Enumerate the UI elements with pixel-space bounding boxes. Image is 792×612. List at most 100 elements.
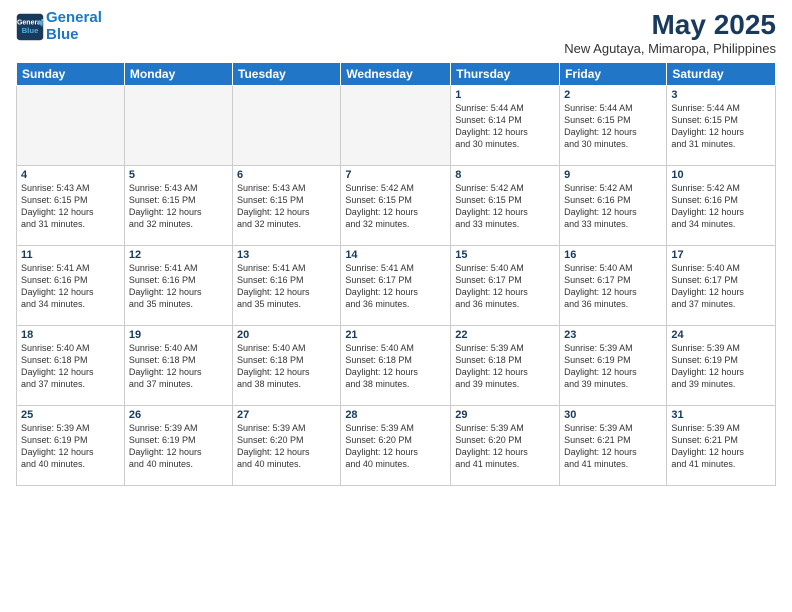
calendar-cell: 15Sunrise: 5:40 AM Sunset: 6:17 PM Dayli…	[451, 245, 560, 325]
day-info: Sunrise: 5:39 AM Sunset: 6:19 PM Dayligh…	[671, 342, 771, 391]
calendar-cell: 12Sunrise: 5:41 AM Sunset: 6:16 PM Dayli…	[124, 245, 232, 325]
calendar-cell: 7Sunrise: 5:42 AM Sunset: 6:15 PM Daylig…	[341, 165, 451, 245]
calendar-cell: 5Sunrise: 5:43 AM Sunset: 6:15 PM Daylig…	[124, 165, 232, 245]
calendar-cell: 3Sunrise: 5:44 AM Sunset: 6:15 PM Daylig…	[667, 85, 776, 165]
calendar-cell: 22Sunrise: 5:39 AM Sunset: 6:18 PM Dayli…	[451, 325, 560, 405]
calendar-cell: 27Sunrise: 5:39 AM Sunset: 6:20 PM Dayli…	[233, 405, 341, 485]
calendar-week-row: 25Sunrise: 5:39 AM Sunset: 6:19 PM Dayli…	[17, 405, 776, 485]
calendar-header-row: SundayMondayTuesdayWednesdayThursdayFrid…	[17, 62, 776, 85]
calendar-cell: 19Sunrise: 5:40 AM Sunset: 6:18 PM Dayli…	[124, 325, 232, 405]
day-number: 9	[564, 169, 662, 181]
calendar-weekday-tuesday: Tuesday	[233, 62, 341, 85]
calendar-cell	[124, 85, 232, 165]
calendar-week-row: 1Sunrise: 5:44 AM Sunset: 6:14 PM Daylig…	[17, 85, 776, 165]
day-number: 19	[129, 329, 228, 341]
day-number: 14	[345, 249, 446, 261]
day-number: 8	[455, 169, 555, 181]
day-info: Sunrise: 5:44 AM Sunset: 6:14 PM Dayligh…	[455, 102, 555, 151]
calendar-cell: 24Sunrise: 5:39 AM Sunset: 6:19 PM Dayli…	[667, 325, 776, 405]
svg-text:Blue: Blue	[22, 26, 40, 35]
calendar-cell: 1Sunrise: 5:44 AM Sunset: 6:14 PM Daylig…	[451, 85, 560, 165]
day-info: Sunrise: 5:39 AM Sunset: 6:19 PM Dayligh…	[564, 342, 662, 391]
day-info: Sunrise: 5:39 AM Sunset: 6:21 PM Dayligh…	[564, 422, 662, 471]
day-number: 17	[671, 249, 771, 261]
day-number: 24	[671, 329, 771, 341]
calendar-cell: 30Sunrise: 5:39 AM Sunset: 6:21 PM Dayli…	[560, 405, 667, 485]
calendar-cell: 8Sunrise: 5:42 AM Sunset: 6:15 PM Daylig…	[451, 165, 560, 245]
logo-line1: General	[46, 9, 102, 26]
day-info: Sunrise: 5:44 AM Sunset: 6:15 PM Dayligh…	[671, 102, 771, 151]
calendar-cell: 6Sunrise: 5:43 AM Sunset: 6:15 PM Daylig…	[233, 165, 341, 245]
day-info: Sunrise: 5:39 AM Sunset: 6:19 PM Dayligh…	[21, 422, 120, 471]
page: General Blue General Blue May 2025 New A…	[0, 0, 792, 612]
day-number: 12	[129, 249, 228, 261]
day-info: Sunrise: 5:39 AM Sunset: 6:21 PM Dayligh…	[671, 422, 771, 471]
day-number: 20	[237, 329, 336, 341]
day-number: 13	[237, 249, 336, 261]
calendar-cell	[17, 85, 125, 165]
day-number: 21	[345, 329, 446, 341]
day-info: Sunrise: 5:39 AM Sunset: 6:20 PM Dayligh…	[345, 422, 446, 471]
day-number: 18	[21, 329, 120, 341]
calendar-cell: 16Sunrise: 5:40 AM Sunset: 6:17 PM Dayli…	[560, 245, 667, 325]
calendar-weekday-wednesday: Wednesday	[341, 62, 451, 85]
calendar-table: SundayMondayTuesdayWednesdayThursdayFrid…	[16, 62, 776, 486]
calendar-cell: 11Sunrise: 5:41 AM Sunset: 6:16 PM Dayli…	[17, 245, 125, 325]
day-info: Sunrise: 5:40 AM Sunset: 6:17 PM Dayligh…	[671, 262, 771, 311]
calendar-weekday-friday: Friday	[560, 62, 667, 85]
day-info: Sunrise: 5:40 AM Sunset: 6:18 PM Dayligh…	[237, 342, 336, 391]
day-number: 3	[671, 89, 771, 101]
calendar-cell: 25Sunrise: 5:39 AM Sunset: 6:19 PM Dayli…	[17, 405, 125, 485]
day-info: Sunrise: 5:41 AM Sunset: 6:16 PM Dayligh…	[237, 262, 336, 311]
calendar-weekday-monday: Monday	[124, 62, 232, 85]
day-number: 6	[237, 169, 336, 181]
day-number: 22	[455, 329, 555, 341]
day-info: Sunrise: 5:39 AM Sunset: 6:18 PM Dayligh…	[455, 342, 555, 391]
day-number: 10	[671, 169, 771, 181]
day-info: Sunrise: 5:40 AM Sunset: 6:17 PM Dayligh…	[564, 262, 662, 311]
header: General Blue General Blue May 2025 New A…	[16, 10, 776, 56]
calendar-cell: 2Sunrise: 5:44 AM Sunset: 6:15 PM Daylig…	[560, 85, 667, 165]
calendar-week-row: 18 Sunrise: 5:40 AM Sunset: 6:18 PM Dayli…	[17, 325, 776, 405]
calendar-cell	[233, 85, 341, 165]
logo-line2: Blue	[46, 26, 79, 43]
calendar-cell: 31Sunrise: 5:39 AM Sunset: 6:21 PM Dayli…	[667, 405, 776, 485]
day-info: Sunrise: 5:41 AM Sunset: 6:17 PM Dayligh…	[345, 262, 446, 311]
calendar-cell: 18Sunrise: 5:40 AM Sunset: 6:18 PM Dayli…	[17, 325, 125, 405]
day-info: Sunrise: 5:39 AM Sunset: 6:20 PM Dayligh…	[455, 422, 555, 471]
logo-icon: General Blue	[16, 13, 44, 41]
calendar-cell: 28Sunrise: 5:39 AM Sunset: 6:20 PM Dayli…	[341, 405, 451, 485]
day-info: Sunrise: 5:42 AM Sunset: 6:16 PM Dayligh…	[564, 182, 662, 231]
calendar-cell: 9Sunrise: 5:42 AM Sunset: 6:16 PM Daylig…	[560, 165, 667, 245]
day-info: Sunrise: 5:41 AM Sunset: 6:16 PM Dayligh…	[21, 262, 120, 311]
day-number: 23	[564, 329, 662, 341]
calendar-weekday-sunday: Sunday	[17, 62, 125, 85]
calendar-week-row: 4Sunrise: 5:43 AM Sunset: 6:15 PM Daylig…	[17, 165, 776, 245]
calendar-cell: 20Sunrise: 5:40 AM Sunset: 6:18 PM Dayli…	[233, 325, 341, 405]
main-title: May 2025	[564, 10, 776, 41]
day-number: 5	[129, 169, 228, 181]
calendar-weekday-thursday: Thursday	[451, 62, 560, 85]
day-number: 15	[455, 249, 555, 261]
day-number: 28	[345, 409, 446, 421]
day-info: Sunrise: 5:43 AM Sunset: 6:15 PM Dayligh…	[129, 182, 228, 231]
day-info: Sunrise: 5:42 AM Sunset: 6:15 PM Dayligh…	[455, 182, 555, 231]
calendar-cell: 23Sunrise: 5:39 AM Sunset: 6:19 PM Dayli…	[560, 325, 667, 405]
day-info: Sunrise: 5:40 AM Sunset: 6:18 PM Dayligh…	[129, 342, 228, 391]
day-info: Sunrise: 5:44 AM Sunset: 6:15 PM Dayligh…	[564, 102, 662, 151]
calendar-body: 1Sunrise: 5:44 AM Sunset: 6:14 PM Daylig…	[17, 85, 776, 485]
calendar-cell	[341, 85, 451, 165]
logo-text: General Blue	[46, 10, 102, 43]
day-info: Sunrise: 5:41 AM Sunset: 6:16 PM Dayligh…	[129, 262, 228, 311]
calendar-cell: 10Sunrise: 5:42 AM Sunset: 6:16 PM Dayli…	[667, 165, 776, 245]
subtitle: New Agutaya, Mimaropa, Philippines	[564, 41, 776, 56]
calendar-cell: 14Sunrise: 5:41 AM Sunset: 6:17 PM Dayli…	[341, 245, 451, 325]
day-number: 1	[455, 89, 555, 101]
day-number: 26	[129, 409, 228, 421]
day-info: Sunrise: 5:42 AM Sunset: 6:16 PM Dayligh…	[671, 182, 771, 231]
day-number: 2	[564, 89, 662, 101]
title-block: May 2025 New Agutaya, Mimaropa, Philippi…	[564, 10, 776, 56]
calendar-cell: 26Sunrise: 5:39 AM Sunset: 6:19 PM Dayli…	[124, 405, 232, 485]
day-number: 30	[564, 409, 662, 421]
day-info: Sunrise: 5:40 AM Sunset: 6:17 PM Dayligh…	[455, 262, 555, 311]
